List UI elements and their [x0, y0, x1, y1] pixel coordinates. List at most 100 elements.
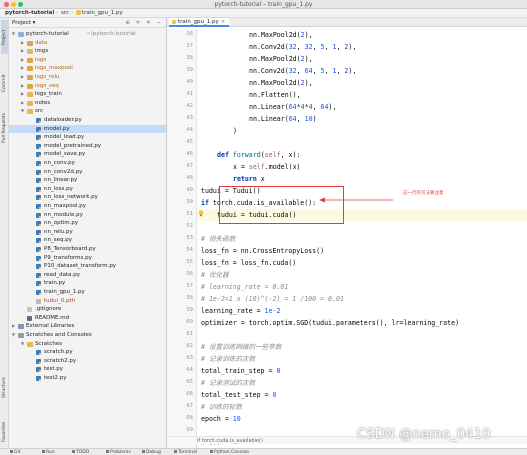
tree-file-row[interactable]: train_gpu_1.py: [9, 288, 166, 297]
code-line[interactable]: nn.Flatten(),: [197, 89, 527, 101]
code-line[interactable]: nn.MaxPool2d(2),: [197, 77, 527, 89]
tool-window-python-console[interactable]: Python Console: [210, 449, 249, 455]
code-line[interactable]: nn.Linear(64, 10): [197, 113, 527, 125]
collapse-arrow-icon[interactable]: ▶: [12, 322, 15, 331]
tree-folder-row[interactable]: ▶ data: [9, 39, 166, 48]
tree-file-row[interactable]: nn_seq.py: [9, 236, 166, 245]
tree-file-row[interactable]: train.py: [9, 279, 166, 288]
tree-file-row[interactable]: P10_dataset_transform.py: [9, 262, 166, 271]
code-line[interactable]: nn.Conv2d(32, 32, 5, 1, 2),: [197, 41, 527, 53]
tree-file-row[interactable]: model_pretrained.py: [9, 142, 166, 151]
breadcrumb-src[interactable]: src: [61, 9, 69, 18]
tree-file-row[interactable]: test.py: [9, 365, 166, 374]
collapse-arrow-icon[interactable]: ▶: [21, 82, 24, 91]
tree-file-row[interactable]: nn_module.py: [9, 211, 166, 220]
close-tab-icon[interactable]: ×: [221, 19, 226, 25]
code-line[interactable]: epoch = 10: [197, 413, 527, 425]
breadcrumb-file[interactable]: train_gpu_1.py: [76, 9, 123, 18]
tree-folder-row[interactable]: ▼ Scratches: [9, 340, 166, 349]
code-line[interactable]: # 记录测试的次数: [197, 377, 527, 389]
code-line[interactable]: loss_fn = loss_fn.cuda(): [197, 257, 527, 269]
tree-folder-row[interactable]: ▶ imgs: [9, 47, 166, 56]
tree-file-row[interactable]: scratch2.py: [9, 357, 166, 366]
collapse-arrow-icon[interactable]: ▶: [21, 73, 24, 82]
tree-folder-row[interactable]: ▶ External Libraries: [9, 322, 166, 331]
tree-folder-row[interactable]: ▶ logs_seq: [9, 82, 166, 91]
code-line[interactable]: learning_rate = 1e-2: [197, 305, 527, 317]
code-line[interactable]: return x: [197, 173, 527, 185]
expand-arrow-icon[interactable]: ▼: [21, 107, 24, 116]
tree-file-row[interactable]: nn_linear.py: [9, 176, 166, 185]
tool-tab-commit[interactable]: Commit: [1, 68, 8, 98]
code-line[interactable]: total_train_step = 0: [197, 365, 527, 377]
collapse-arrow-icon[interactable]: ▶: [21, 47, 24, 56]
tool-tab-project[interactable]: Project: [1, 20, 8, 54]
tool-window-problems[interactable]: Problems: [106, 449, 131, 455]
tree-file-row[interactable]: model.py: [9, 124, 166, 134]
expand-arrow-icon[interactable]: ▼: [21, 340, 24, 349]
tree-folder-row[interactable]: ▶ notes: [9, 99, 166, 108]
tree-file-row[interactable]: .gitignore: [9, 305, 166, 314]
tree-file-row[interactable]: test2.py: [9, 374, 166, 383]
expand-arrow-icon[interactable]: ▼: [12, 30, 15, 39]
code-line[interactable]: [197, 137, 527, 149]
tree-file-row[interactable]: nn_relu.py: [9, 228, 166, 237]
tree-folder-row[interactable]: ▶ logs_train: [9, 90, 166, 99]
expand-arrow-icon[interactable]: ▼: [12, 331, 15, 340]
code-line[interactable]: x = self.model(x): [197, 161, 527, 173]
tree-file-row[interactable]: nn_loss.py: [9, 185, 166, 194]
collapse-arrow-icon[interactable]: ▶: [21, 56, 24, 65]
collapse-arrow-icon[interactable]: ▶: [21, 64, 24, 73]
tab-train-gpu-1[interactable]: train_gpu_1.py ×: [169, 18, 230, 27]
code-line[interactable]: # 记录训练的次数: [197, 353, 527, 365]
tree-file-row[interactable]: read_data.py: [9, 271, 166, 280]
tree-file-row[interactable]: P9_transforms.py: [9, 254, 166, 263]
code-line[interactable]: nn.MaxPool2d(2),: [197, 29, 527, 41]
code-line[interactable]: total_test_step = 0: [197, 389, 527, 401]
tree-file-row[interactable]: nn_conv.py: [9, 159, 166, 168]
collapse-arrow-icon[interactable]: ▶: [21, 90, 24, 99]
tree-file-row[interactable]: scratch.py: [9, 348, 166, 357]
collapse-arrow-icon[interactable]: ▶: [21, 99, 24, 108]
tree-file-row[interactable]: dataloader.py: [9, 116, 166, 125]
tree-folder-row[interactable]: ▶ logs: [9, 56, 166, 65]
code-line[interactable]: # learning_rate = 0.01: [197, 281, 527, 293]
code-line[interactable]: # 训练的轮数: [197, 401, 527, 413]
code-line[interactable]: optimizer = torch.optim.SGD(tudui.parame…: [197, 317, 527, 329]
tree-folder-row[interactable]: ▼ Scratches and Consoles: [9, 331, 166, 340]
tool-window-todo[interactable]: TODO: [72, 449, 89, 455]
tree-file-row[interactable]: nn_loss_network.py: [9, 193, 166, 202]
tool-tab-favorites[interactable]: Favorites: [1, 416, 8, 448]
breadcrumb-project[interactable]: pytorch-tutorial: [5, 9, 54, 18]
code-line[interactable]: nn.Linear(64*4*4, 64),: [197, 101, 527, 113]
tool-tab-pull-requests[interactable]: Pull Requests: [1, 106, 8, 150]
code-line[interactable]: # 设置训练网络的一些参数: [197, 341, 527, 353]
tree-folder-row[interactable]: ▼ src: [9, 107, 166, 116]
tool-window-terminal[interactable]: Terminal: [174, 449, 197, 455]
project-panel-tools[interactable]: ⊕ ≑ ✶ −: [125, 18, 163, 28]
code-line[interactable]: [197, 329, 527, 341]
project-view-selector[interactable]: Project ▾: [12, 18, 35, 28]
tree-file-row[interactable]: nn_optim.py: [9, 219, 166, 228]
tool-window-run[interactable]: Run: [42, 449, 55, 455]
tree-folder-row[interactable]: ▶ logs_relu: [9, 73, 166, 82]
tree-folder-row[interactable]: ▼ pytorch-tutorial ~/pytorch-tutorial: [9, 30, 166, 39]
code-line[interactable]: def forward(self, x):: [197, 149, 527, 161]
tool-tab-structure[interactable]: Structure: [1, 372, 8, 404]
tool-window-git[interactable]: Git: [10, 449, 21, 455]
lightbulb-icon[interactable]: [198, 210, 204, 217]
code-area[interactable]: nn.MaxPool2d(2), nn.Conv2d(32, 32, 5, 1, …: [197, 29, 527, 448]
code-line[interactable]: ): [197, 125, 527, 137]
tool-window-debug[interactable]: Debug: [142, 449, 161, 455]
tree-folder-row[interactable]: ▶ logs_maxpool: [9, 64, 166, 73]
code-line[interactable]: # 损失函数: [197, 233, 527, 245]
code-line[interactable]: nn.Conv2d(32, 64, 5, 1, 2),: [197, 65, 527, 77]
code-line[interactable]: loss_fn = nn.CrossEntropyLoss(): [197, 245, 527, 257]
tree-file-row[interactable]: tudui_0.pth: [9, 297, 166, 306]
code-line[interactable]: nn.MaxPool2d(2),: [197, 53, 527, 65]
tree-file-row[interactable]: nn_conv2d.py: [9, 168, 166, 177]
tree-file-row[interactable]: model_load.py: [9, 133, 166, 142]
tree-file-row[interactable]: model_save.py: [9, 150, 166, 159]
tree-file-row[interactable]: nn_maxpool.py: [9, 202, 166, 211]
collapse-arrow-icon[interactable]: ▶: [21, 39, 24, 48]
